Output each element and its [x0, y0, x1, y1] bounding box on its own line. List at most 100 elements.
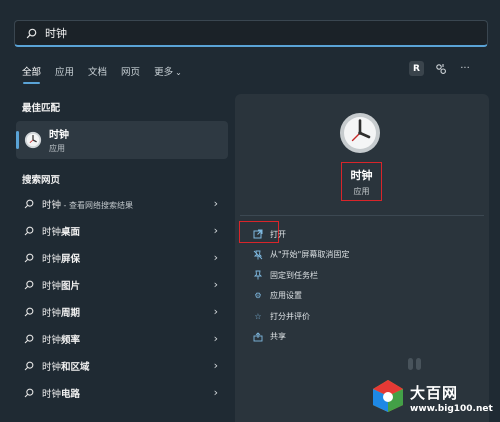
web-search-query: 时钟	[42, 199, 62, 211]
search-icon	[24, 307, 34, 316]
web-search-query: 时钟	[42, 361, 62, 373]
watermark-url: www.big100.net	[410, 404, 493, 414]
web-search-term: 和区域	[61, 361, 90, 373]
web-search-label: 时钟 - 查看网络搜索结果	[42, 197, 133, 211]
watermark-text: 大百网 www.big100.net	[410, 382, 493, 414]
web-search-suffix: - 查看网络搜索结果	[61, 200, 133, 210]
web-search-item[interactable]: 时钟桌面 ›	[16, 217, 228, 244]
search-query-text: 时钟	[45, 27, 67, 40]
search-icon	[24, 199, 34, 208]
rate-review-label: 打分并评价	[270, 311, 310, 321]
search-icon	[24, 226, 34, 235]
web-search-term: 屏保	[61, 253, 81, 265]
web-search-item[interactable]: 时钟屏保 ›	[16, 244, 228, 271]
web-search-query: 时钟	[42, 388, 62, 400]
chevron-right-icon: ›	[213, 305, 218, 318]
web-search-item[interactable]: 时钟电路 ›	[16, 379, 228, 406]
web-search-term: 周期	[61, 307, 81, 319]
web-search-query: 时钟	[42, 280, 62, 292]
web-search-label: 时钟周期	[42, 305, 80, 319]
star-icon: ☆	[254, 311, 262, 321]
app-detail-name: 时钟	[350, 168, 373, 182]
clock-app-icon	[339, 112, 381, 154]
web-search-item[interactable]: 时钟频率 ›	[16, 325, 228, 352]
chevron-right-icon: ›	[213, 224, 218, 237]
web-search-item[interactable]: 时钟图片 ›	[16, 271, 228, 298]
app-settings-action[interactable]: ⚙ 应用设置	[251, 286, 349, 307]
app-title-highlight: 时钟 应用	[341, 162, 382, 201]
chevron-right-icon: ›	[213, 251, 218, 264]
chevron-down-icon: ⌄	[175, 68, 182, 77]
web-search-query: 时钟	[42, 253, 62, 265]
web-search-query: 时钟	[42, 334, 62, 346]
web-search-term: 频率	[61, 334, 81, 346]
search-input[interactable]: 时钟	[14, 20, 488, 47]
search-icon	[24, 361, 34, 370]
web-search-query: 时钟	[42, 307, 62, 319]
watermark-logo-icon	[370, 378, 406, 418]
chevron-right-icon: ›	[213, 386, 218, 399]
best-match-name: 时钟	[49, 130, 69, 141]
share-action[interactable]: 共享	[251, 327, 349, 348]
selection-indicator	[16, 131, 19, 149]
app-detail-panel: 时钟 应用 打开 从"开始"屏幕取消固定 固定到任务栏 ⚙ 应用设置 ☆ 打分并…	[235, 94, 489, 422]
web-search-term: 桌面	[61, 226, 81, 238]
best-match-type: 应用	[49, 144, 65, 153]
web-search-heading: 搜索网页	[22, 175, 61, 186]
share-icon	[251, 332, 265, 342]
web-search-label: 时钟桌面	[42, 224, 80, 238]
app-actions-list: 打开 从"开始"屏幕取消固定 固定到任务栏 ⚙ 应用设置 ☆ 打分并评价 共享	[251, 224, 349, 347]
chevron-right-icon: ›	[213, 332, 218, 345]
pin-icon	[251, 270, 265, 280]
app-settings-label: 应用设置	[270, 291, 302, 301]
gear-icon: ⚙	[254, 291, 262, 301]
tab-all[interactable]: 全部	[22, 64, 41, 84]
search-icon	[24, 388, 34, 397]
web-search-term: 电路	[61, 388, 81, 400]
open-action[interactable]: 打开	[251, 224, 349, 245]
web-search-label: 时钟屏保	[42, 251, 80, 265]
watermark-title: 大百网	[410, 384, 459, 402]
watermark: 大百网 www.big100.net	[370, 378, 493, 418]
search-icon	[24, 253, 34, 262]
web-search-term: 图片	[61, 280, 81, 292]
web-search-item[interactable]: 时钟和区域 ›	[16, 352, 228, 379]
unpin-start-action[interactable]: 从"开始"屏幕取消固定	[251, 245, 349, 266]
connected-accounts-icon[interactable]	[434, 62, 448, 76]
tab-web[interactable]: 网页	[121, 64, 140, 78]
web-search-label: 时钟和区域	[42, 359, 90, 373]
account-avatar[interactable]: R	[409, 61, 424, 76]
unpin-start-label: 从"开始"屏幕取消固定	[270, 250, 350, 260]
tab-more[interactable]: 更多 ⌄	[154, 64, 182, 78]
unpin-icon	[251, 250, 265, 260]
tab-documents[interactable]: 文档	[88, 64, 107, 78]
best-match-heading: 最佳匹配	[22, 103, 61, 114]
best-match-text: 时钟 应用	[49, 126, 69, 154]
more-options-icon[interactable]: ···	[458, 62, 472, 76]
open-action-label: 打开	[270, 229, 286, 239]
web-search-label: 时钟电路	[42, 386, 80, 400]
web-search-item[interactable]: 时钟周期 ›	[16, 298, 228, 325]
web-search-item[interactable]: 时钟 - 查看网络搜索结果 ›	[16, 190, 228, 217]
web-search-query: 时钟	[42, 226, 62, 238]
web-search-list: 时钟 - 查看网络搜索结果 › 时钟桌面 › 时钟屏保 › 时钟图片 › 时钟周…	[16, 190, 228, 406]
search-icon	[24, 280, 34, 289]
chevron-right-icon: ›	[213, 197, 218, 210]
filter-tabs: 全部 应用 文档 网页 更多 ⌄	[22, 64, 182, 84]
search-icon	[24, 26, 38, 40]
header-actions: R ···	[409, 61, 472, 76]
app-detail-type: 应用	[353, 186, 370, 196]
best-match-item[interactable]: 时钟 应用	[16, 121, 228, 159]
divider	[240, 215, 484, 216]
search-icon	[24, 334, 34, 343]
share-label: 共享	[270, 332, 286, 342]
chevron-right-icon: ›	[213, 359, 218, 372]
open-external-icon	[251, 229, 265, 239]
chevron-right-icon: ›	[213, 278, 218, 291]
decorative-shape	[408, 358, 421, 370]
tab-apps[interactable]: 应用	[55, 64, 74, 78]
rate-review-action[interactable]: ☆ 打分并评价	[251, 306, 349, 327]
clock-app-icon	[24, 131, 42, 149]
pin-taskbar-action[interactable]: 固定到任务栏	[251, 265, 349, 286]
web-search-label: 时钟图片	[42, 278, 80, 292]
